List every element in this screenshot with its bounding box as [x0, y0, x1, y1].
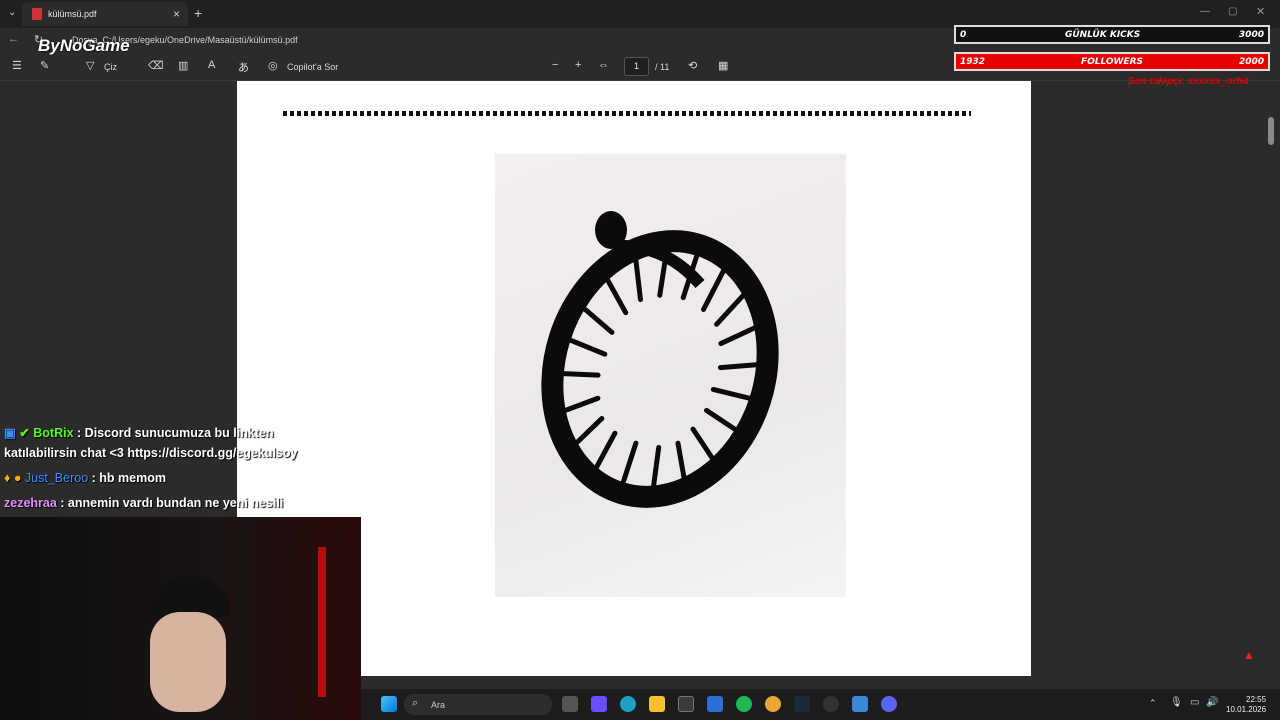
- rotate-icon[interactable]: ⟲: [688, 59, 697, 72]
- followers-goal-bar: 1932 FOLLOWERS 2000: [954, 52, 1270, 71]
- close-window-icon[interactable]: ✕: [1256, 5, 1265, 18]
- chat-message-continued: katılabilirsin chat <3 https://discord.g…: [4, 446, 297, 460]
- windows-start-icon[interactable]: [381, 696, 397, 712]
- chat-message: zezehraa : annemin vardı bundan ne yeni …: [4, 496, 283, 510]
- task-view-icon[interactable]: [562, 696, 578, 712]
- followers-current: 1932: [960, 56, 986, 67]
- mail-icon[interactable]: [707, 696, 723, 712]
- copilot-icon[interactable]: ◎: [268, 59, 278, 72]
- eraser-icon[interactable]: ⌫: [148, 59, 164, 72]
- hair-claw-illustration: [541, 211, 779, 508]
- translate-icon[interactable]: あ: [238, 59, 249, 75]
- spotify-icon[interactable]: [736, 696, 752, 712]
- page-number-input[interactable]: 1: [624, 57, 649, 76]
- kicks-current: 0: [960, 29, 967, 40]
- scrollbar-thumb[interactable]: [1268, 117, 1274, 145]
- chat-message: ♦ ● Just_Beroo : hb memom: [4, 471, 166, 485]
- kicks-goal-bar: 0 GÜNLÜK KICKS 3000: [954, 25, 1270, 44]
- taskbar-search[interactable]: ⌕ Ara: [404, 694, 552, 715]
- draw-label[interactable]: Çiz: [104, 62, 117, 72]
- chat-text: katılabilirsin chat <3 https://discord.g…: [4, 446, 298, 460]
- maximize-icon[interactable]: ▢: [1228, 6, 1237, 17]
- clock-time: 22:55: [1246, 695, 1267, 704]
- clock-date: 10.01.2026: [1226, 705, 1267, 714]
- copilot-ask-button[interactable]: Copilot'a Sor: [287, 62, 338, 72]
- back-icon[interactable]: ←: [8, 33, 19, 45]
- chat-text: : annemin vardı bundan ne yeni nesili: [60, 496, 284, 510]
- kicks-label: GÜNLÜK KICKS: [1064, 29, 1141, 40]
- edge-icon[interactable]: [620, 696, 636, 712]
- followers-goal: 2000: [1238, 56, 1264, 67]
- app-icon[interactable]: [852, 696, 868, 712]
- chat-username: Just_Beroo: [24, 471, 89, 485]
- dotted-separator: [283, 111, 971, 116]
- discord-icon[interactable]: [881, 696, 897, 712]
- file-explorer-icon[interactable]: [649, 696, 665, 712]
- chat-message: ▣ ✔ BotRix : Discord sunucumuza bu linkt…: [4, 425, 274, 440]
- verified-badge-icon: ✔: [19, 426, 30, 440]
- chat-text: : hb memom: [91, 471, 166, 485]
- obs-icon[interactable]: [823, 696, 839, 712]
- tray-chevron-icon[interactable]: ⌃: [1149, 698, 1157, 709]
- hair-claw-photo: [495, 154, 846, 597]
- tab-title: külümsü.pdf: [48, 9, 97, 19]
- tab-bar: ⌄ külümsü.pdf × + — ▢ ✕: [0, 0, 1280, 28]
- close-tab-icon[interactable]: ×: [173, 7, 180, 21]
- microphone-icon[interactable]: 🎙: [1170, 697, 1183, 708]
- chat-username: zezehraa: [4, 496, 57, 510]
- contents-icon[interactable]: ☰: [12, 59, 22, 72]
- chat-text: : Discord sunucumuza bu linkten: [77, 426, 274, 440]
- tab-list-chevron-icon[interactable]: ⌄: [8, 7, 16, 18]
- followers-label: FOLLOWERS: [1080, 56, 1144, 67]
- bot-badge-icon: ▣: [4, 426, 16, 440]
- minimize-icon[interactable]: —: [1200, 6, 1210, 17]
- last-follower: Son takipçi: xxxxxx_orbit: [1128, 76, 1249, 87]
- cap: [150, 577, 230, 617]
- bynogame-logo: ByNoGame: [38, 36, 130, 55]
- highlight-icon[interactable]: ✎: [40, 59, 49, 72]
- volume-icon[interactable]: 🔊: [1206, 697, 1218, 708]
- taskbar-clock[interactable]: 22:55 10.01.2026: [1226, 695, 1266, 715]
- steam-icon[interactable]: [794, 696, 810, 712]
- read-aloud-icon[interactable]: A: [208, 59, 215, 71]
- streamer-face: [150, 612, 226, 712]
- display-icon[interactable]: ▭: [1190, 697, 1199, 708]
- zoom-in-icon[interactable]: +: [575, 59, 581, 71]
- tab-kulumsu-pdf[interactable]: külümsü.pdf ×: [22, 2, 188, 26]
- search-icon: ⌕: [412, 697, 419, 709]
- kicks-goal: 3000: [1238, 29, 1264, 40]
- flame-badge-icon: ♦: [4, 471, 11, 485]
- two-page-icon[interactable]: ▦: [718, 59, 728, 72]
- led-light: [318, 547, 326, 697]
- new-tab-icon[interactable]: +: [194, 5, 202, 21]
- page-total: / 11: [655, 62, 670, 72]
- zoom-out-icon[interactable]: −: [552, 59, 558, 71]
- fit-page-icon[interactable]: ⇔: [598, 59, 609, 71]
- sub-badge-icon: ●: [13, 471, 22, 485]
- store-icon[interactable]: [678, 696, 694, 712]
- chat-username: BotRix: [33, 426, 74, 440]
- chrome-icon[interactable]: [765, 696, 781, 712]
- pdf-file-icon: [32, 8, 42, 20]
- draw-icon[interactable]: ▽: [86, 59, 94, 72]
- acrobat-icon[interactable]: ▲: [1243, 648, 1255, 662]
- page-view-icon[interactable]: ▥: [178, 59, 188, 72]
- copilot-app-icon[interactable]: [591, 696, 607, 712]
- webcam-feed: [0, 517, 361, 720]
